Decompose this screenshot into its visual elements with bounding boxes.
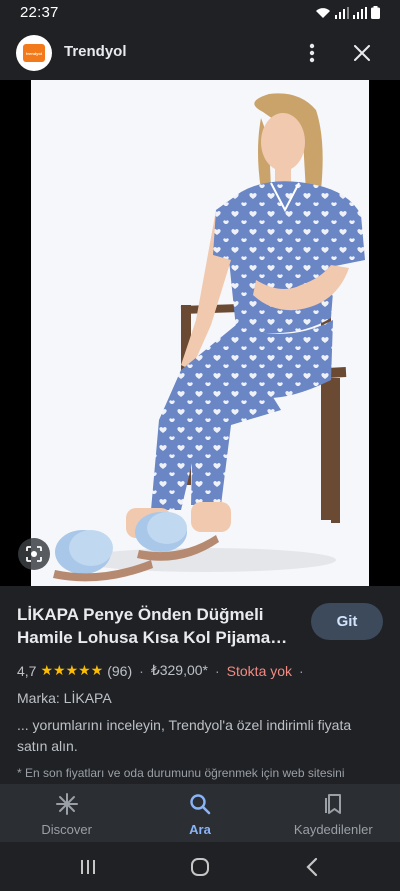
more-options-button[interactable] [298,38,326,68]
logo-text: trendyol [26,50,42,56]
brand-label: Marka: LİKAPA [17,690,112,706]
trendyol-logo-mark: trendyol [23,44,45,62]
nav-search-label: Ara [189,822,211,837]
asterisk-icon [55,792,78,816]
product-image[interactable] [31,80,369,586]
back-button[interactable] [297,854,327,880]
recents-button[interactable] [73,854,103,880]
review-count: (96) [107,662,133,679]
back-icon [306,857,318,877]
app-bar: trendyol Trendyol [0,26,400,80]
go-button[interactable]: Git [311,603,383,640]
close-button[interactable] [348,38,376,68]
product-photo [31,80,369,586]
nav-discover-label: Discover [41,822,92,837]
rating-value: 4,7 [17,662,37,679]
price: ₺329,00* [150,662,208,678]
separator-dot: · [139,662,144,679]
nav-discover[interactable]: Discover [0,784,133,842]
more-vert-icon [309,43,315,63]
status-time: 22:37 [20,4,59,21]
image-area [0,80,400,586]
stock-status: Stokta yok [226,662,293,679]
separator-dot: · [215,662,220,679]
system-nav-bar [0,842,400,891]
price-footnote: * En son fiyatları ve oda durumunu öğren… [17,766,345,780]
product-title[interactable]: LİKAPA Penye Önden Düğmeli Hamile Lohusa… [17,603,297,649]
bookmarks-icon [322,792,344,816]
wifi-icon [316,7,330,18]
lens-icon [26,546,42,562]
signal-icon [335,6,349,19]
rating-stars: ★★★★★ [40,662,104,678]
status-bar: 22:37 [0,0,400,26]
rating-row: 4,7 ★★★★★ (96) · ₺329,00* · Stokta yok · [17,662,311,679]
bottom-nav: Discover Ara Kaydedilenler [0,784,400,842]
product-description: ... yorumlarını inceleyin, Trendyol'a öz… [17,717,352,754]
google-lens-button[interactable] [18,538,50,570]
status-icons [315,6,380,19]
trendyol-logo: trendyol [16,35,52,71]
search-icon [189,792,211,816]
home-icon [191,858,209,876]
app-title: Trendyol [64,43,127,60]
battery-icon [371,6,380,19]
nav-saved-label: Kaydedilenler [293,822,373,837]
separator-dot-trailing: · [299,662,304,679]
nav-search[interactable]: Ara [133,784,266,842]
close-icon [354,45,370,61]
product-info: LİKAPA Penye Önden Düğmeli Hamile Lohusa… [0,586,400,784]
home-button[interactable] [185,854,215,880]
signal-icon-2 [353,6,367,19]
recents-icon [81,860,95,874]
nav-saved[interactable]: Kaydedilenler [267,784,400,842]
